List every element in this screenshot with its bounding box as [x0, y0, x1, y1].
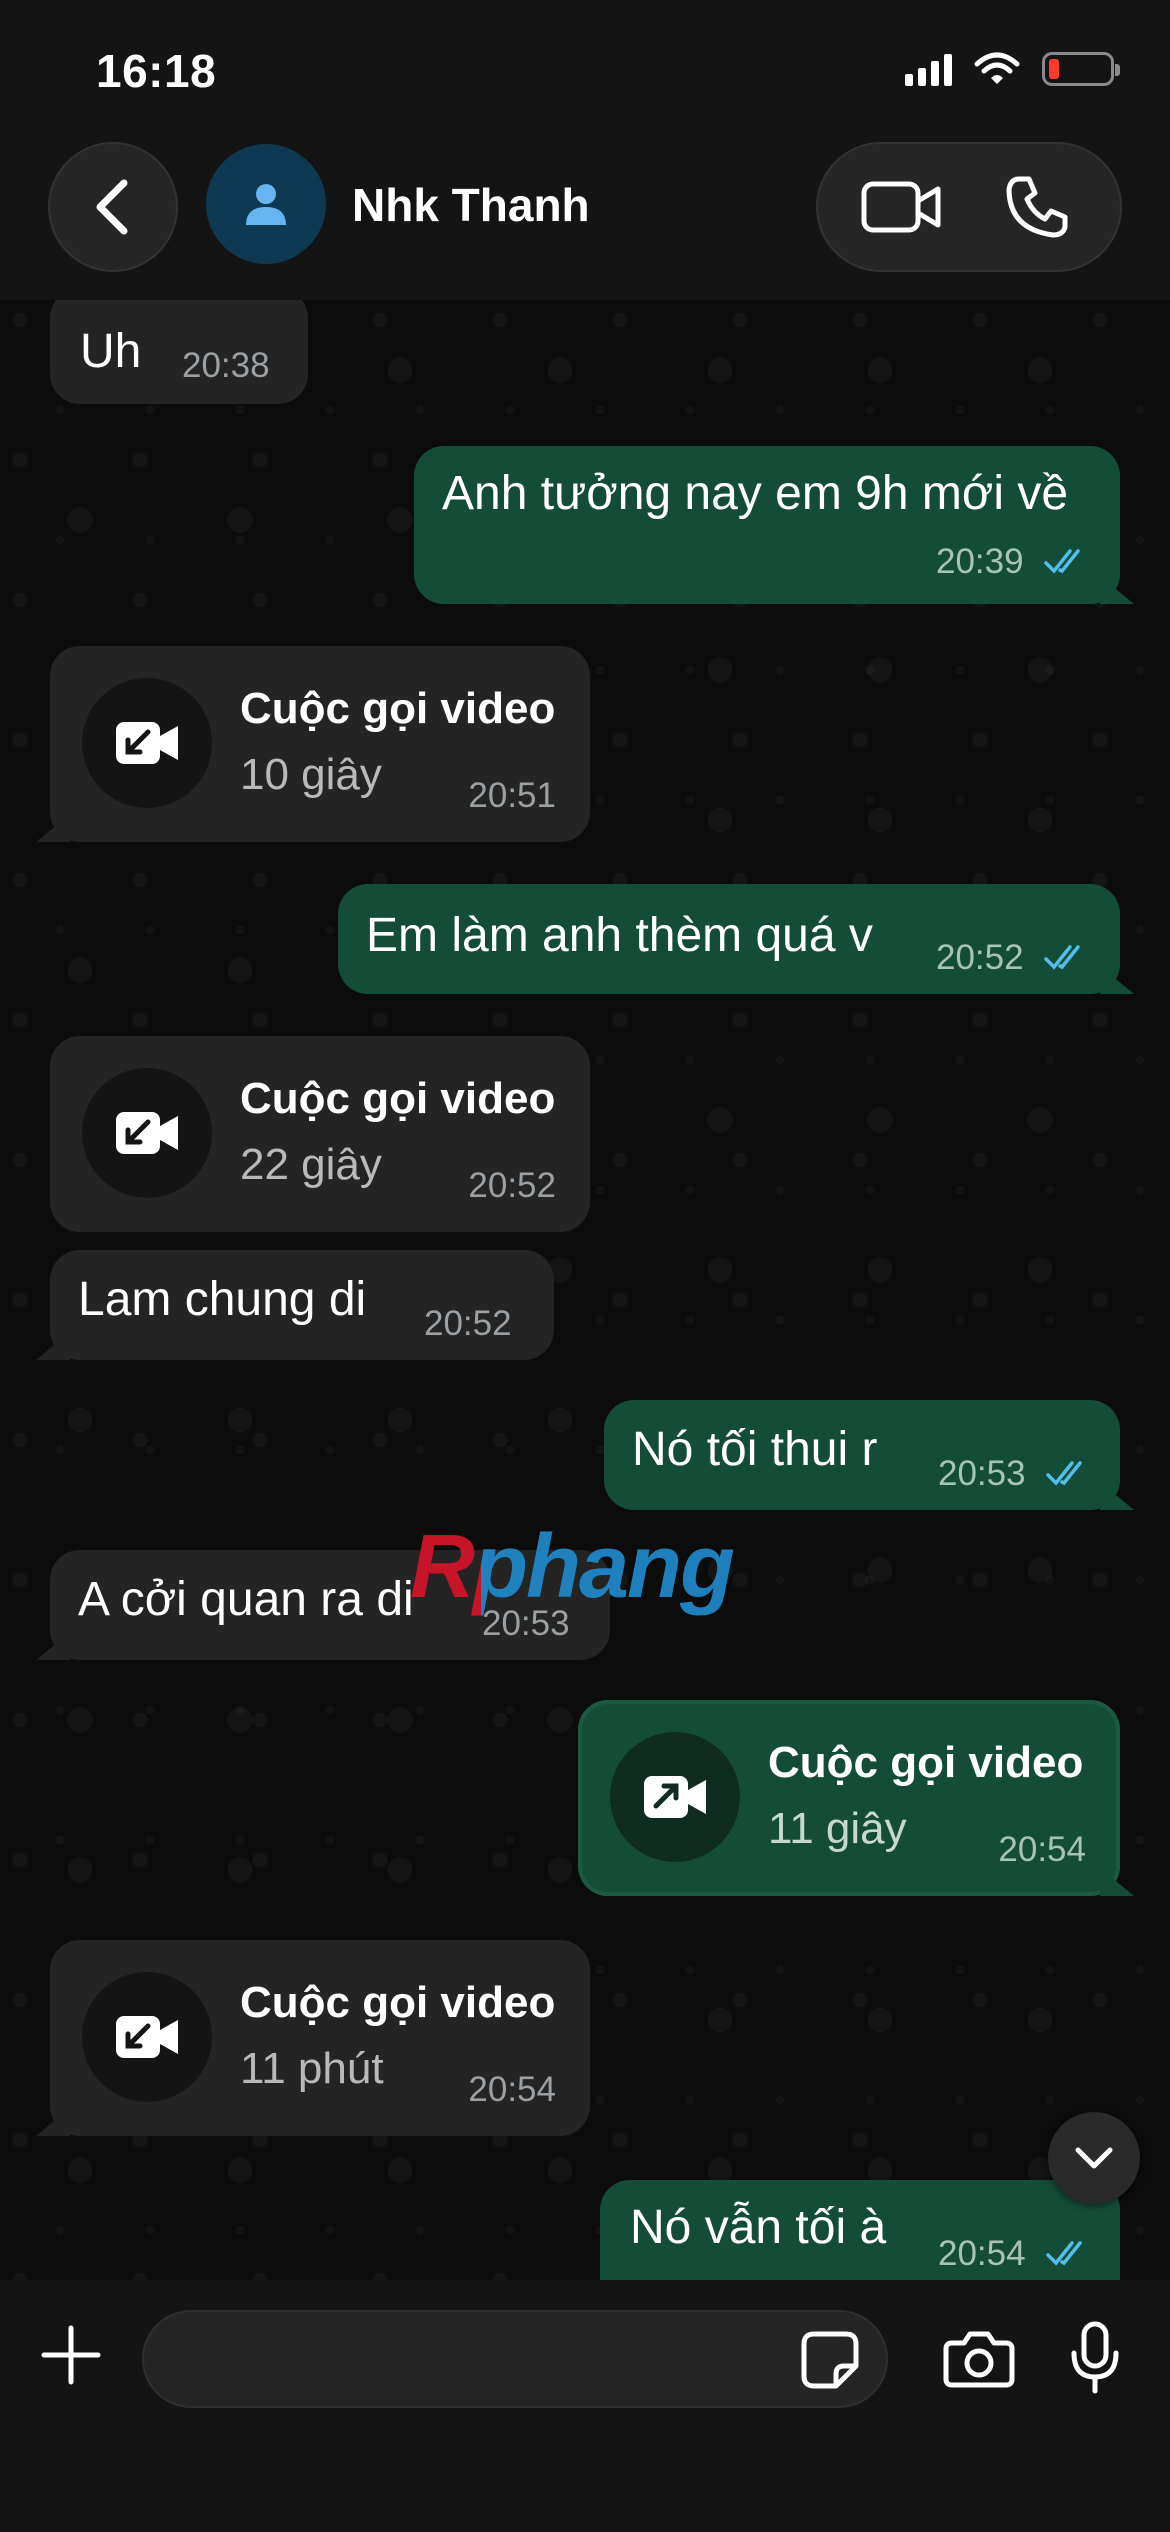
microphone-icon: [1071, 2321, 1119, 2394]
message-text: Nó vẫn tối à: [630, 2201, 887, 2254]
chat-header: Nhk Thanh: [0, 140, 1170, 300]
message-time: 20:38: [182, 346, 270, 385]
message-time: 20:54: [998, 1830, 1086, 1869]
scroll-to-bottom-button[interactable]: [1048, 2112, 1140, 2204]
voice-call-button[interactable]: [977, 147, 1097, 267]
video-camera-icon: [861, 181, 940, 233]
outgoing-video-call-icon: [610, 1732, 740, 1862]
read-receipt-icon: [1044, 549, 1080, 574]
wifi-icon: [974, 52, 1020, 84]
video-call-card-incoming[interactable]: Cuộc gọi video 22 giây 20:52: [50, 1036, 590, 1232]
read-receipt-icon: [1046, 1461, 1082, 1486]
message-text: Lam chung di: [78, 1273, 367, 1326]
message-time: 20:51: [468, 776, 556, 815]
message-bubble-outgoing[interactable]: Em làm anh thèm quá v 20:52: [338, 884, 1120, 994]
camera-button[interactable]: [936, 2316, 1022, 2402]
call-duration: 11 phút: [240, 2044, 384, 2093]
camera-icon: [943, 2331, 1015, 2388]
message-bubble-outgoing[interactable]: Nó tối thui r 20:53: [604, 1400, 1120, 1510]
status-icons: [905, 52, 1120, 86]
call-title: Cuộc gọi video: [240, 684, 556, 733]
phone-icon: [1006, 176, 1067, 238]
message-text: Em làm anh thèm quá v: [366, 909, 873, 962]
message-time: 20:52: [424, 1304, 512, 1343]
incoming-video-call-icon: [82, 678, 212, 808]
status-time: 16:18: [96, 45, 217, 97]
contact-avatar[interactable]: [206, 144, 326, 264]
plus-icon: [41, 2325, 101, 2385]
read-receipt-icon: [1044, 945, 1080, 970]
attach-button[interactable]: [36, 2320, 106, 2390]
microphone-button[interactable]: [1058, 2310, 1132, 2406]
incoming-video-call-icon: [82, 1068, 212, 1198]
incoming-video-call-icon: [82, 1972, 212, 2102]
chevron-down-icon: [1075, 2147, 1113, 2169]
back-button[interactable]: [48, 142, 178, 272]
call-duration: 22 giây: [240, 1140, 382, 1189]
message-time: 20:39: [936, 542, 1024, 581]
call-title: Cuộc gọi video: [240, 1074, 556, 1123]
battery-icon: [1042, 52, 1120, 86]
call-duration: 11 giây: [768, 1804, 907, 1853]
message-text: Uh: [80, 325, 142, 378]
call-title: Cuộc gọi video: [768, 1738, 1084, 1787]
message-input[interactable]: [142, 2310, 888, 2408]
message-text: Anh tưởng nay em 9h mới về: [442, 467, 1069, 520]
call-title: Cuộc gọi video: [240, 1978, 556, 2027]
video-call-card-incoming[interactable]: Cuộc gọi video 10 giây 20:51: [50, 646, 590, 842]
message-bubble-outgoing[interactable]: Anh tưởng nay em 9h mới về 20:39: [414, 446, 1120, 604]
chevron-left-icon: [96, 179, 128, 235]
message-text: Nó tối thui r: [632, 1423, 878, 1476]
message-bubble-outgoing[interactable]: Nó vẫn tối à 20:54: [600, 2180, 1120, 2280]
video-call-card-incoming[interactable]: Cuộc gọi video 11 phút 20:54: [50, 1940, 590, 2136]
sticker-icon: [801, 2331, 859, 2389]
watermark-logo: Rphang: [410, 1517, 735, 1617]
read-receipt-icon: [1046, 2241, 1082, 2266]
message-text: A cởi quan ra di: [78, 1573, 414, 1626]
message-bubble-incoming[interactable]: Uh 20:38: [50, 300, 308, 404]
message-time: 20:52: [468, 1166, 556, 1205]
sticker-button[interactable]: [790, 2320, 870, 2400]
message-time: 20:54: [938, 2234, 1026, 2273]
message-time: 20:53: [938, 1454, 1026, 1493]
cellular-signal-icon: [905, 52, 952, 86]
battery-level: [1049, 59, 1059, 79]
call-actions: [816, 142, 1122, 272]
message-list[interactable]: Uh 20:38 Anh tưởng nay em 9h mới về 20:3…: [0, 300, 1170, 2280]
status-bar: 16:18: [0, 0, 1170, 140]
contact-name[interactable]: Nhk Thanh: [352, 178, 590, 232]
call-duration: 10 giây: [240, 750, 382, 799]
video-call-button[interactable]: [842, 147, 962, 267]
message-time: 20:52: [936, 938, 1024, 977]
message-bubble-incoming[interactable]: Lam chung di 20:52: [50, 1250, 554, 1360]
composer-bar: [0, 2280, 1170, 2532]
chat-screen: 16:18 Nhk Thanh Uh 20:38 Anh tưởng nay e…: [0, 0, 1170, 2532]
person-icon: [246, 184, 286, 225]
video-call-card-outgoing[interactable]: Cuộc gọi video 11 giây 20:54: [578, 1700, 1120, 1896]
message-time: 20:54: [468, 2070, 556, 2109]
